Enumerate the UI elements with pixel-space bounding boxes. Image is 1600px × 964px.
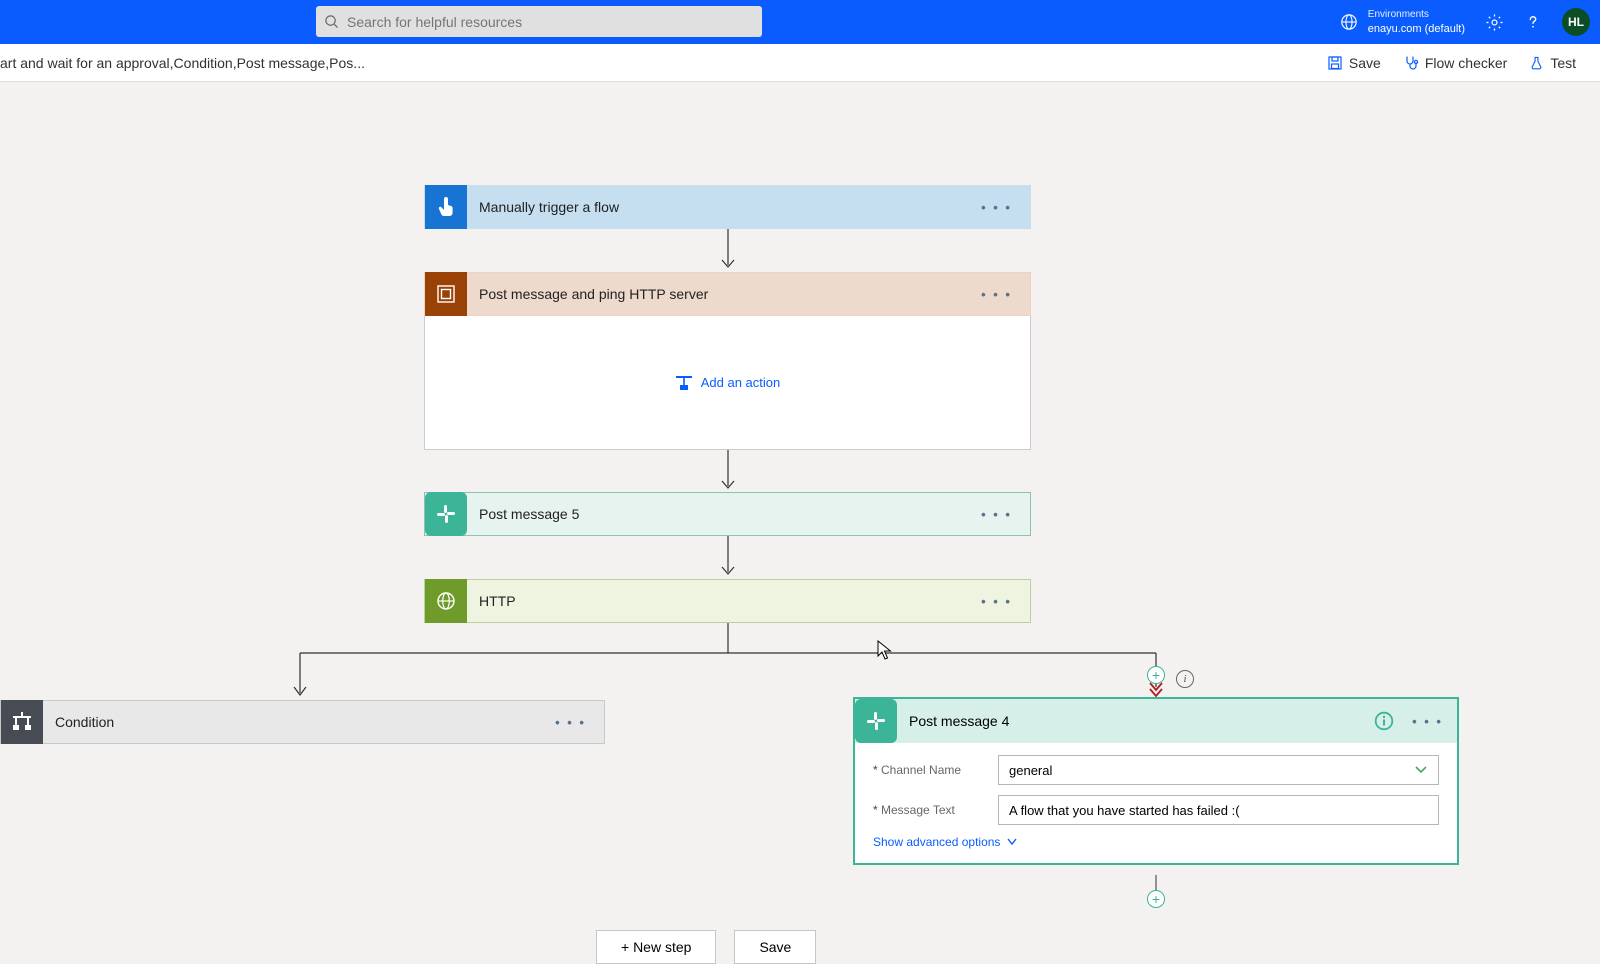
http-title: HTTP [467, 593, 516, 609]
flask-icon [1529, 55, 1544, 71]
message-input[interactable]: A flow that you have started has failed … [998, 795, 1439, 825]
branch-icon [10, 712, 34, 732]
message-label: Message Text [873, 803, 998, 817]
environment-label: Environments [1368, 8, 1465, 22]
breadcrumb: art and wait for an approval,Condition,P… [0, 55, 365, 71]
info-icon[interactable] [1374, 711, 1394, 731]
save-icon [1327, 55, 1343, 71]
app-header: Environments enayu.com (default) HL [0, 0, 1600, 44]
slack-icon [435, 503, 457, 525]
environment-picker[interactable]: Environments enayu.com (default) [1340, 8, 1465, 36]
settings-button[interactable] [1485, 13, 1504, 32]
scope-body: Add an action [424, 316, 1031, 450]
more-button[interactable]: • • • [555, 715, 586, 730]
avatar[interactable]: HL [1562, 8, 1590, 36]
environment-value: enayu.com (default) [1368, 22, 1465, 36]
search-input[interactable] [347, 14, 754, 30]
test-button[interactable]: Test [1521, 51, 1584, 75]
advanced-options-toggle[interactable]: Show advanced options [873, 835, 1439, 849]
save-label: Save [1349, 55, 1381, 71]
help-icon [1524, 13, 1542, 31]
add-step-button[interactable]: + [1147, 890, 1165, 908]
add-action-button[interactable]: Add an action [675, 375, 781, 391]
test-label: Test [1550, 55, 1576, 71]
more-button[interactable]: • • • [981, 287, 1012, 302]
condition-title: Condition [43, 714, 114, 730]
message-value: A flow that you have started has failed … [1009, 803, 1240, 818]
more-button[interactable]: • • • [1412, 714, 1443, 729]
flow-checker-label: Flow checker [1425, 55, 1507, 71]
condition-card[interactable]: Condition • • • [0, 700, 605, 744]
add-action-icon [675, 375, 693, 391]
add-action-label: Add an action [701, 375, 781, 390]
toolbar: art and wait for an approval,Condition,P… [0, 44, 1600, 82]
more-button[interactable]: • • • [981, 200, 1012, 215]
scope-card[interactable]: Post message and ping HTTP server • • • [424, 272, 1031, 316]
trigger-card[interactable]: Manually trigger a flow • • • [424, 185, 1031, 229]
mouse-cursor [877, 640, 893, 660]
save-toolbar-button[interactable]: Save [1319, 51, 1389, 75]
action-http[interactable]: HTTP • • • [424, 579, 1031, 623]
trigger-title: Manually trigger a flow [467, 199, 619, 215]
chevron-down-icon [1414, 763, 1428, 777]
channel-select[interactable]: general [998, 755, 1439, 785]
post5-title: Post message 5 [467, 506, 579, 522]
save-button[interactable]: Save [734, 930, 816, 964]
action-post-message-4: Post message 4 • • • Channel Name genera… [853, 697, 1459, 865]
pm4-header[interactable]: Post message 4 • • • [855, 699, 1457, 743]
help-button[interactable] [1524, 13, 1542, 31]
gear-icon [1485, 13, 1504, 32]
slack-icon [865, 710, 887, 732]
pm4-title: Post message 4 [897, 713, 1009, 729]
channel-value: general [1009, 763, 1052, 778]
scope-icon [435, 283, 457, 305]
search-box[interactable] [316, 6, 762, 37]
globe-icon [1340, 13, 1358, 31]
insert-step-button[interactable]: + [1147, 666, 1165, 684]
chevron-down-icon [1006, 836, 1018, 848]
action-post-message-5[interactable]: Post message 5 • • • [424, 492, 1031, 536]
scope-title: Post message and ping HTTP server [467, 286, 708, 302]
search-icon [324, 14, 339, 29]
globe-icon [435, 590, 457, 612]
more-button[interactable]: • • • [981, 507, 1012, 522]
advanced-label: Show advanced options [873, 835, 1000, 849]
more-button[interactable]: • • • [981, 594, 1012, 609]
channel-label: Channel Name [873, 763, 998, 777]
new-step-button[interactable]: + New step [596, 930, 716, 964]
stethoscope-icon [1403, 55, 1419, 71]
flow-checker-button[interactable]: Flow checker [1395, 51, 1515, 75]
touch-icon [435, 195, 457, 219]
run-after-info[interactable]: i [1176, 670, 1194, 688]
